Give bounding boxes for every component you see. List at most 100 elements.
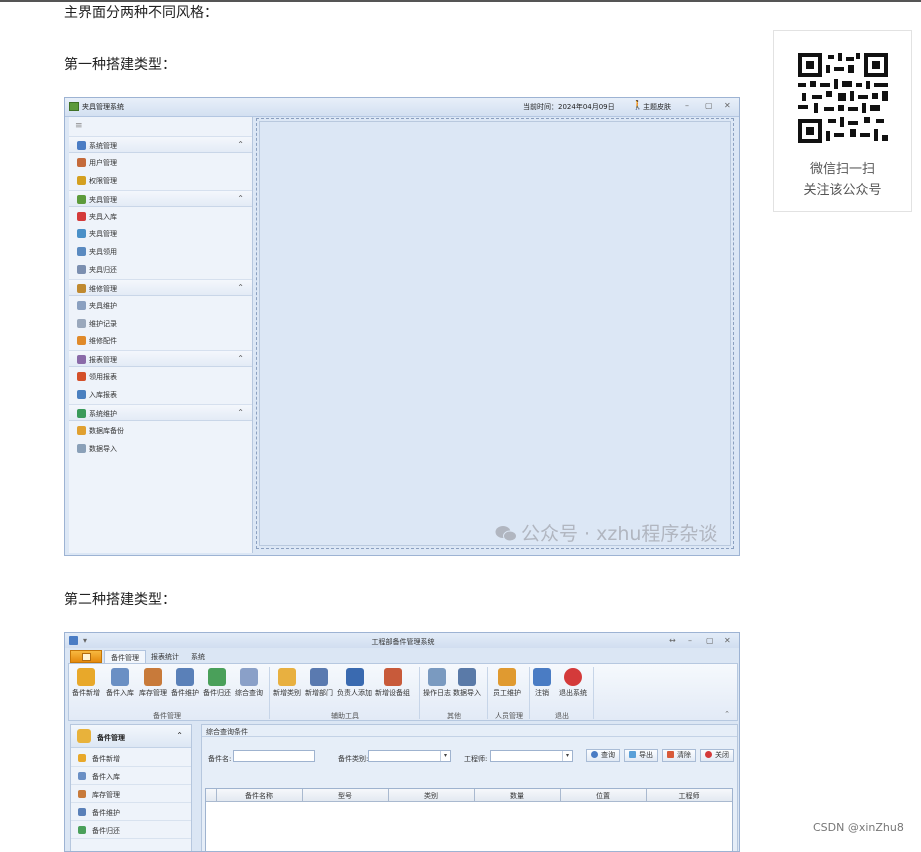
column-header[interactable]: 类别 [388, 791, 474, 801]
nav-label: 备件维护 [92, 809, 120, 817]
nav-header[interactable]: 备件管理 ⌃ [71, 725, 191, 748]
maintenance-admin-icon [77, 283, 86, 293]
exit-system-button[interactable]: 退出系统 [559, 668, 587, 698]
csdn-credit: CSDN @xinZhu8 [813, 821, 904, 834]
inventory-button[interactable]: 库存管理 [139, 668, 167, 698]
add-device-group-button[interactable]: 新增设备组 [375, 668, 410, 698]
wechat-icon [495, 526, 517, 542]
op-log-button[interactable]: 操作日志 [423, 668, 451, 698]
minimize-icon[interactable]: – [688, 636, 692, 645]
chevron-up-icon[interactable]: ⌃ [176, 731, 183, 740]
results-grid[interactable]: 备件名称 型号 类别 数量 位置 工程师 [205, 788, 733, 851]
group-label-tools: 辅助工具 [331, 712, 359, 720]
ribbon-button-label: 操作日志 [423, 689, 451, 697]
clear-button[interactable]: 清除 [662, 749, 696, 762]
ribbon-button-label: 备件归还 [203, 689, 231, 697]
chevron-up-icon[interactable]: ⌃ [237, 408, 244, 417]
theme-skin-button[interactable]: 主题皮肤 [643, 102, 671, 112]
type1-heading: 第一种搭建类型： [64, 57, 176, 73]
user-admin-icon [77, 158, 86, 167]
close-icon[interactable]: ✕ [724, 101, 731, 110]
column-header[interactable]: 型号 [302, 791, 388, 801]
logout-icon [533, 668, 551, 686]
sidebar-item-repair-parts[interactable]: 维修配件 [69, 332, 252, 349]
category-select[interactable]: ▾ [368, 750, 451, 762]
nav-label: 备件新增 [92, 755, 120, 763]
group-label-spare-parts: 备件管理 [153, 712, 181, 720]
logout-button[interactable]: 注销 [533, 668, 551, 698]
maintain-part-button[interactable]: 备件维护 [171, 668, 199, 698]
ribbon-button-label: 新增设备组 [375, 689, 410, 697]
staff-maintain-icon [498, 668, 516, 686]
sidebar-item-inventory[interactable]: 库存管理 [71, 785, 191, 803]
repair-parts-icon [77, 336, 86, 346]
column-header[interactable]: 工程师 [646, 791, 732, 801]
query-panel: 综合查询条件 备件名: 备件类别: ▾ 工程师: ▾ 查询 导出 清除 关闭 备… [201, 724, 738, 851]
staff-maintain-button[interactable]: 员工维护 [493, 668, 521, 698]
sidebar-item-fixture-borrow[interactable]: 夹具领用 [69, 243, 252, 260]
minimize-icon[interactable]: – [685, 101, 689, 110]
close-icon[interactable]: ✕ [724, 636, 731, 645]
maintain-records-icon [77, 318, 86, 328]
query-button[interactable]: 查询 [586, 749, 620, 762]
sidebar-item-permissions[interactable]: 权限管理 [69, 172, 252, 189]
sidebar-item-stock-in[interactable]: 备件入库 [71, 767, 191, 785]
collapse-ribbon-icon[interactable]: ⌃ [724, 710, 730, 718]
restore-icon[interactable]: ↔ [669, 636, 676, 645]
sidebar-item-return-part[interactable]: 备件归还 [71, 821, 191, 839]
category-label: 备件类别: [338, 755, 369, 763]
sidebar-item-fixture-maintain[interactable]: 夹具维护 [69, 297, 252, 314]
nav-group-reports-admin[interactable]: 报表管理 ⌃ [69, 350, 252, 368]
name-input[interactable] [233, 750, 315, 762]
sidebar-item-fixture-return[interactable]: 夹具归还 [69, 261, 252, 278]
chevron-up-icon[interactable]: ⌃ [237, 140, 244, 149]
nav-label: 夹具归还 [89, 266, 117, 274]
file-menu-button[interactable] [70, 650, 102, 663]
sidebar-item-db-backup[interactable]: 数据库备份 [69, 422, 252, 439]
close-button[interactable]: 关闭 [700, 749, 734, 762]
menu-icon[interactable]: ≡ [75, 121, 83, 131]
maximize-icon[interactable]: ▢ [705, 101, 713, 110]
sidebar-item-data-import[interactable]: 数据导入 [69, 440, 252, 457]
sidebar-item-fixture-manage[interactable]: 夹具管理 [69, 225, 252, 242]
maximize-icon[interactable]: ▢ [706, 636, 714, 645]
sidebar-item-user-admin[interactable]: 用户管理 [69, 154, 252, 171]
maintain-part-icon [176, 668, 194, 686]
dropdown-arrow-icon[interactable]: ▾ [562, 751, 572, 761]
nav-group-system-admin[interactable]: 系统管理 ⌃ [69, 136, 252, 153]
add-category-button[interactable]: 新增类别 [273, 668, 301, 698]
ribbon-toolbar: 备件管理 辅助工具 其他 人员管理 退出 ⌃ 备件新增 备件入库 库存管理 备件维护备… [68, 663, 738, 721]
dropdown-arrow-icon[interactable]: ▾ [440, 751, 450, 761]
nav-group-fixture-admin[interactable]: 夹具管理 ⌃ [69, 189, 252, 207]
column-header[interactable]: 位置 [560, 791, 646, 801]
tab-system[interactable]: 系统 [191, 652, 205, 662]
engineer-select[interactable]: ▾ [490, 750, 573, 762]
data-import-button[interactable]: 数据导入 [453, 668, 481, 698]
sidebar-item-borrow-report[interactable]: 领用报表 [69, 368, 252, 385]
column-header[interactable]: 数量 [474, 791, 560, 801]
ribbon-button-label: 员工维护 [493, 689, 521, 697]
stock-in-button[interactable]: 备件入库 [106, 668, 134, 698]
qr-caption-1: 微信扫一扫 [809, 162, 875, 177]
tab-reports[interactable]: 报表统计 [151, 652, 179, 662]
add-owner-button[interactable]: 负责人添加 [337, 668, 372, 698]
chevron-up-icon[interactable]: ⌃ [237, 354, 244, 363]
nav-group-maintenance-admin[interactable]: 维修管理 ⌃ [69, 278, 252, 296]
chevron-up-icon[interactable]: ⌃ [237, 283, 244, 292]
nav-group-system-maintain[interactable]: 系统维护 ⌃ [69, 403, 252, 421]
sidebar-item-stock-in-report[interactable]: 入库报表 [69, 386, 252, 403]
export-button[interactable]: 导出 [624, 749, 658, 762]
sidebar-item-maintain-records[interactable]: 维护记录 [69, 315, 252, 332]
group-label-other: 其他 [447, 712, 461, 720]
sidebar-item-maintain-part[interactable]: 备件维护 [71, 803, 191, 821]
add-dept-button[interactable]: 新增部门 [305, 668, 333, 698]
sidebar-item-add-part[interactable]: 备件新增 [71, 749, 191, 767]
chevron-up-icon[interactable]: ⌃ [237, 194, 244, 203]
query-button[interactable]: 综合查询 [235, 668, 263, 698]
return-part-button[interactable]: 备件归还 [203, 668, 231, 698]
column-header[interactable]: 备件名称 [216, 791, 302, 801]
add-part-button[interactable]: 备件新增 [72, 668, 100, 698]
permissions-icon [77, 175, 86, 185]
stock-in-icon [111, 668, 129, 686]
sidebar-item-fixture-stock-in[interactable]: 夹具入库 [69, 208, 252, 225]
